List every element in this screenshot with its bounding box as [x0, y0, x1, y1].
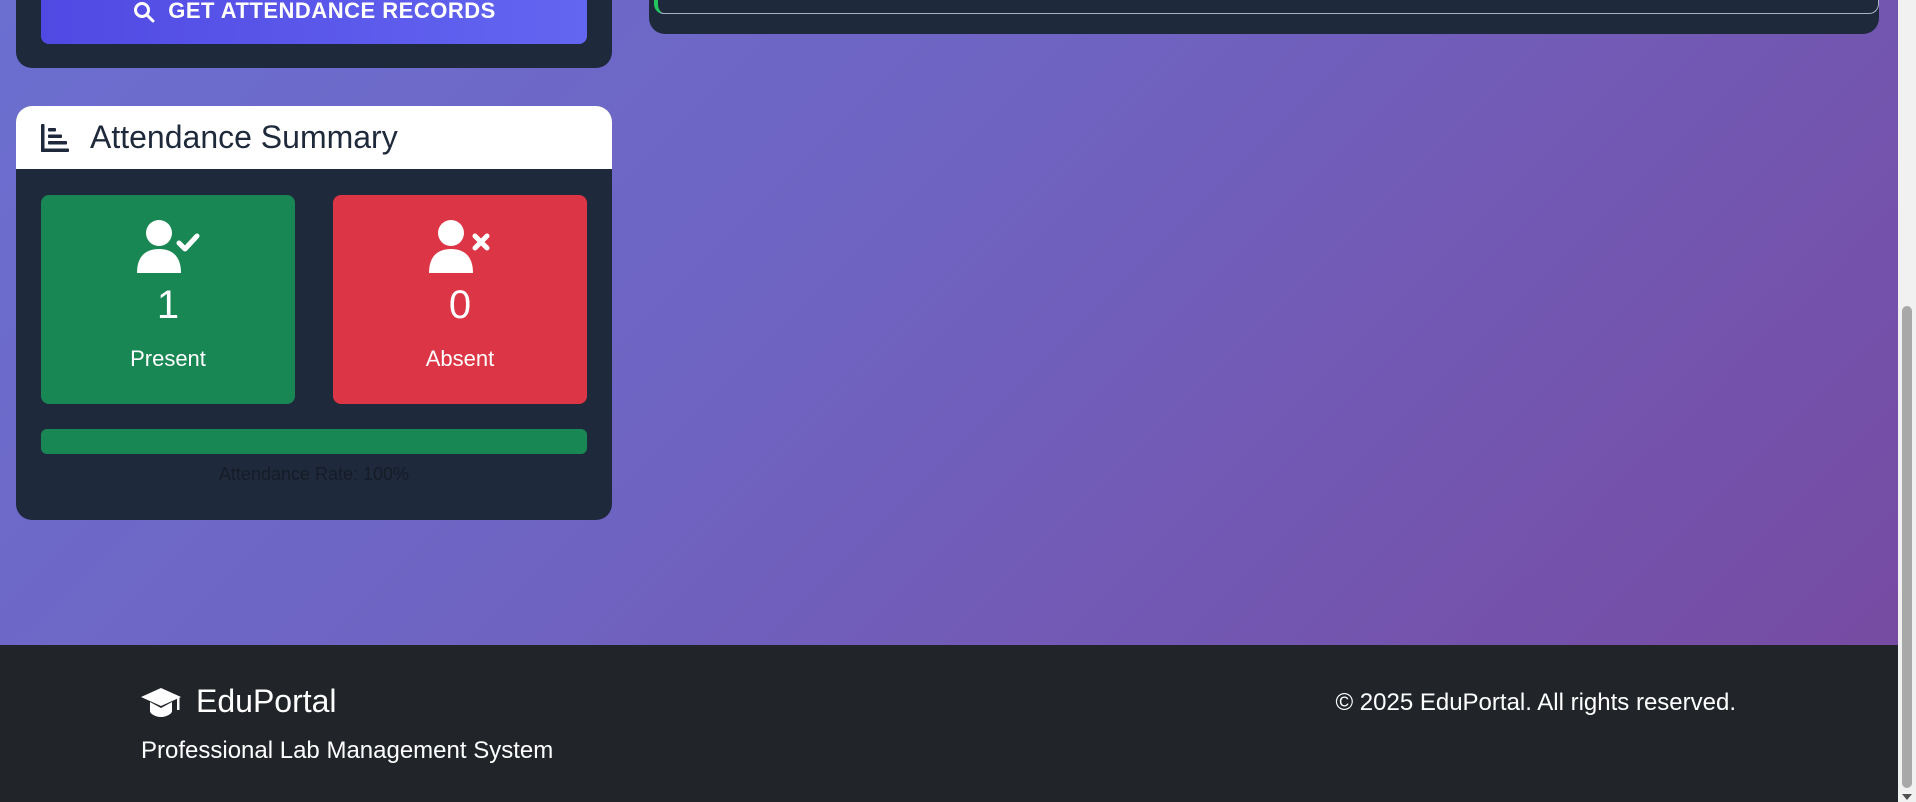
footer-tagline: Professional Lab Management System [141, 737, 554, 764]
attendance-progress-bar [41, 429, 587, 454]
present-label: Present [130, 346, 206, 371]
attendance-progress-fill [41, 429, 587, 454]
absent-stat-card: 0 Absent [333, 195, 587, 404]
records-result-box [654, 0, 1879, 14]
absent-count: 0 [448, 283, 472, 327]
user-check-icon [137, 220, 200, 273]
footer-copyright: © 2025 EduPortal. All rights reserved. [1335, 689, 1736, 716]
get-attendance-records-label: GET ATTENDANCE RECORDS [168, 0, 496, 23]
search-icon [134, 2, 155, 23]
attendance-summary-card: Attendance Summary 1 Present 0 Absent At… [16, 106, 612, 520]
absent-label: Absent [425, 346, 495, 371]
scrollbar-thumb[interactable] [1902, 306, 1912, 788]
present-count: 1 [156, 283, 180, 327]
attendance-summary-header: Attendance Summary [16, 106, 612, 169]
graduation-cap-icon [141, 687, 181, 717]
present-stat-card: 1 Present [41, 195, 295, 404]
page-scrollbar[interactable] [1898, 0, 1916, 802]
footer-brand[interactable]: EduPortal [140, 683, 337, 720]
chart-bar-icon [41, 123, 69, 152]
footer-brand-name: EduPortal [196, 683, 337, 719]
page-background: GET ATTENDANCE RECORDS Attendance Summar… [0, 0, 1898, 645]
footer: EduPortal Professional Lab Management Sy… [0, 645, 1898, 802]
attendance-rate-text: Attendance Rate: 100% [218, 464, 410, 484]
user-xmark-icon [429, 220, 490, 273]
get-attendance-records-button[interactable]: GET ATTENDANCE RECORDS [41, 0, 587, 44]
scroll-down-arrow-icon[interactable] [1902, 794, 1912, 800]
attendance-summary-title: Attendance Summary [90, 119, 398, 155]
